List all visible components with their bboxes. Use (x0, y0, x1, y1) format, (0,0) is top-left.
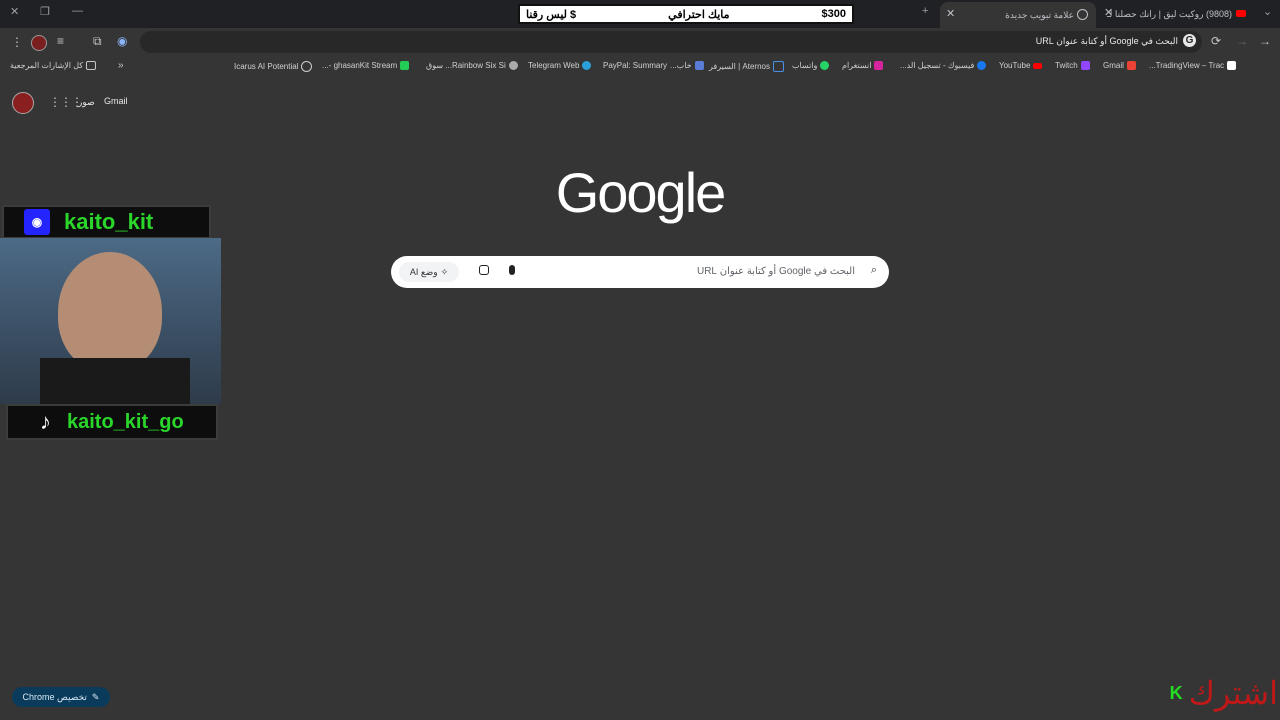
reading-list-icon[interactable]: ≡ (57, 34, 64, 48)
tab-title: علامة تبويب جديدة (1005, 10, 1074, 20)
bookmark-instagram[interactable]: انستغرام (842, 61, 884, 70)
mic-icon[interactable] (509, 265, 515, 275)
bookmark-gmail[interactable]: Gmail (1103, 61, 1136, 70)
address-bar[interactable]: البحث في Google أو كتابة عنوان URL G (140, 31, 1202, 53)
forward-icon[interactable]: → (1236, 34, 1248, 48)
bookmark-whatsapp[interactable]: واتساب (792, 61, 830, 70)
subscribe-text: اشترك (1188, 674, 1278, 712)
aternos-icon (772, 61, 784, 72)
tiktok-username: kaito_kit_go (67, 410, 184, 433)
subscribe-overlay: اشترك K (1138, 673, 1278, 713)
cast-icon[interactable]: ◉ (117, 34, 127, 48)
minimize-window-icon[interactable]: — (72, 5, 83, 17)
images-link[interactable]: صور (78, 97, 95, 108)
banner-right-text: ليس رقنا $ (526, 8, 577, 21)
webcam-video (0, 238, 221, 404)
close-tab-icon[interactable]: ✕ (946, 7, 955, 20)
restore-window-icon[interactable]: ❐ (40, 5, 50, 18)
account-avatar[interactable] (12, 92, 34, 114)
customize-chrome-button[interactable]: ✎ تخصيص Chrome (12, 687, 110, 707)
bookmark-twitch[interactable]: Twitch (1055, 61, 1090, 70)
banner-middle-text: مايك احترافي (668, 8, 730, 21)
google-g-icon: G (1183, 34, 1196, 47)
google-logo: Google (555, 161, 727, 224)
lens-icon[interactable] (479, 265, 489, 275)
bookmark-youtube[interactable]: YouTube (999, 61, 1043, 70)
telegram-icon (582, 61, 592, 70)
instagram-icon (874, 61, 884, 70)
tab-title: (9808) روكيت ليق | رانك حصلنا لـ (1107, 9, 1232, 19)
whatsapp-icon (820, 61, 830, 70)
folder-icon (86, 61, 97, 70)
reload-icon[interactable]: ⟳ (1211, 34, 1221, 48)
kick-logo: K (1169, 682, 1183, 703)
banner-amount: $300 (821, 8, 846, 20)
bookmark-telegram[interactable]: Telegram Web (528, 61, 592, 70)
tab-rocket-league[interactable]: ✕ (9808) روكيت ليق | رانك حصلنا لـ (1100, 4, 1252, 24)
tiktok-tag: ♪ kaito_kit_go (6, 404, 218, 440)
tradingview-icon (1227, 61, 1237, 70)
extensions-icon[interactable]: ⧉ (93, 34, 102, 49)
openai-icon (301, 61, 313, 72)
webcam-person (58, 252, 162, 372)
search-input[interactable]: البحث في Google أو كتابة عنوان URL (697, 266, 855, 277)
discord-tag: ◉ kaito_kit (2, 205, 211, 239)
bookmark-aternos[interactable]: Aternos | السيرفر (709, 61, 784, 72)
bookmark-misc[interactable]: خاب... (670, 61, 704, 70)
omnibox-placeholder: البحث في Google أو كتابة عنوان URL (1035, 36, 1178, 46)
discord-username: kaito_kit (64, 209, 154, 234)
facebook-icon (977, 61, 987, 70)
webcam-shirt (40, 358, 190, 404)
sparkle-icon: ✧ (440, 266, 449, 277)
close-window-icon[interactable]: ✕ (10, 5, 19, 18)
discord-icon: ◉ (24, 209, 50, 235)
ai-mode-button[interactable]: ✧ وضع AI (399, 262, 459, 282)
pencil-icon: ✎ (91, 691, 100, 702)
profile-avatar-icon[interactable] (31, 35, 47, 51)
search-box[interactable]: ⌕ البحث في Google أو كتابة عنوان URL ✧ و… (391, 256, 889, 288)
gmail-link[interactable]: Gmail (104, 96, 128, 106)
bookmark-icarus[interactable]: Icarus AI Potential (234, 61, 313, 72)
search-icon: ⌕ (870, 264, 877, 276)
bookmark-paypal[interactable]: PayPal: Summary (603, 61, 667, 70)
twitch-icon (1080, 61, 1090, 70)
back-icon[interactable]: → (1259, 34, 1271, 48)
gmail-icon (1126, 61, 1136, 70)
all-bookmarks[interactable]: كل الإشارات المرجعية (10, 61, 97, 70)
new-tab-icon[interactable]: + (922, 5, 928, 17)
kick-icon (400, 61, 410, 70)
tab-new-tab[interactable]: ✕ علامة تبويب جديدة (940, 2, 1096, 28)
bookmark-rainbow-six[interactable]: Rainbow Six Si... سوق (426, 61, 518, 70)
tiktok-icon: ♪ (40, 409, 51, 434)
bookmark-tradingview[interactable]: TradingView – Trac... (1149, 61, 1237, 70)
ubisoft-icon (508, 61, 518, 70)
bookmark-ghasankit[interactable]: ghasanKit Stream -... (322, 61, 410, 70)
tab-search-icon[interactable]: ⌄ (1263, 5, 1272, 18)
bookmark-icon (694, 61, 704, 70)
bookmark-facebook[interactable]: فيسبوك - تسجيل الد... (900, 61, 987, 70)
menu-icon[interactable]: ⋮ (11, 35, 23, 49)
stream-goal-banner: ليس رقنا $ مايك احترافي $300 (518, 4, 854, 24)
more-bookmarks-icon[interactable]: » (118, 60, 124, 71)
youtube-tab-icon (1236, 10, 1246, 17)
youtube-icon (1033, 62, 1043, 69)
chrome-tab-icon (1077, 9, 1088, 20)
